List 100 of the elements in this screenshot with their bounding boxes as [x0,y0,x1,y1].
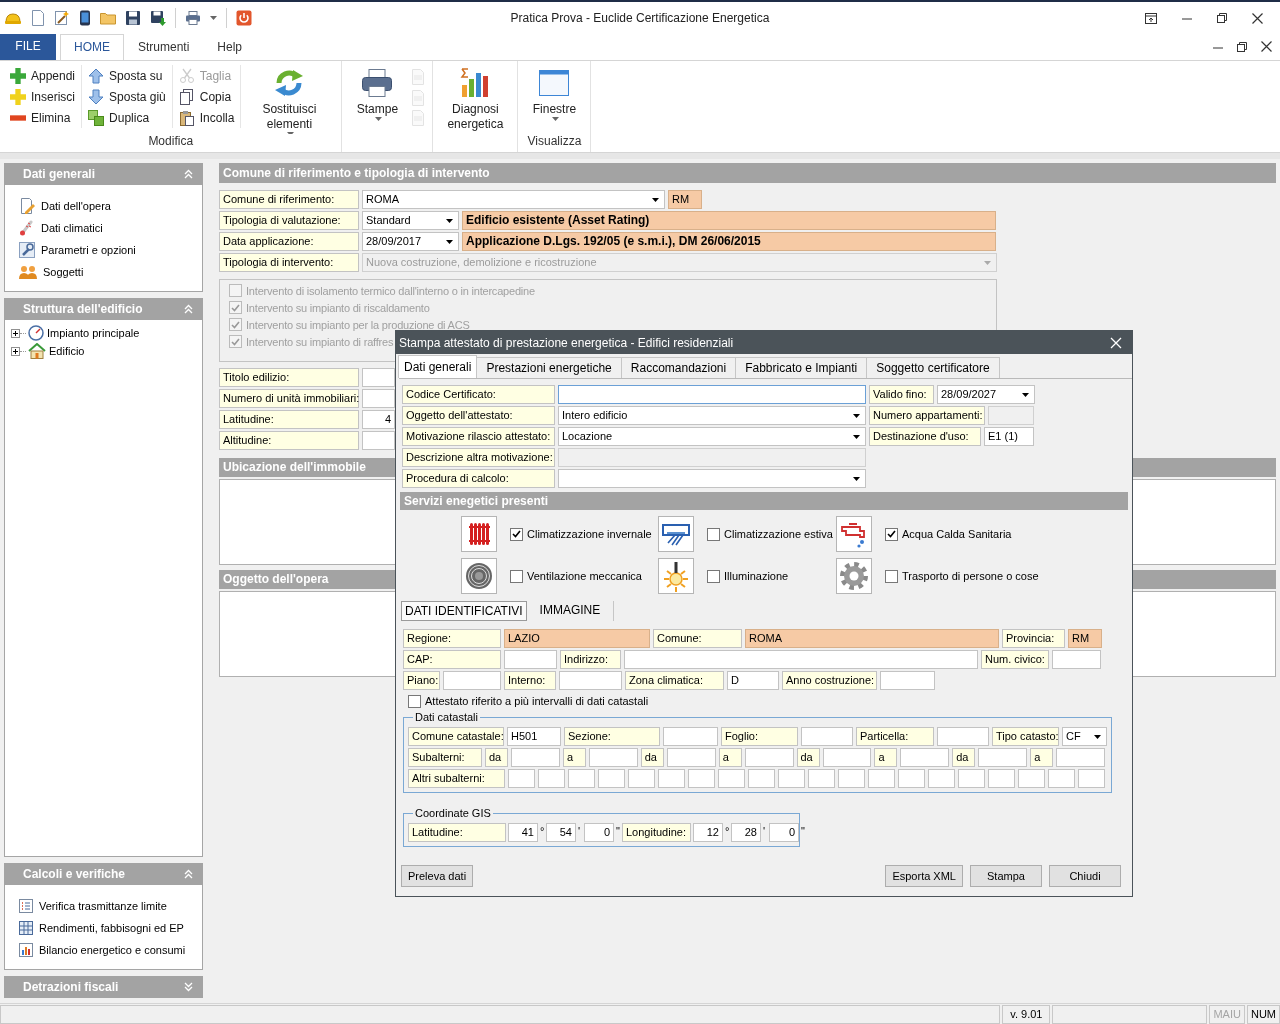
phone-icon[interactable] [79,10,91,26]
input-field[interactable] [838,769,865,788]
ribbon-button[interactable]: Duplica [88,107,166,129]
ribbon-tab[interactable]: Strumenti [124,34,204,60]
ribbon-button[interactable]: Copia [178,86,235,108]
gear-icon[interactable] [836,558,872,594]
input-field[interactable] [559,671,622,690]
input-field[interactable] [1052,650,1101,669]
nav-item[interactable]: Verifica trasmittanze limite [19,895,202,917]
caret-icon[interactable] [210,16,217,20]
input-field[interactable] [868,769,895,788]
input-field[interactable] [508,769,535,788]
nav-item[interactable]: Parametri e opzioni [19,239,202,261]
dropdown[interactable]: Locazione [558,427,866,446]
input-field[interactable] [658,769,685,788]
dropdown[interactable]: 28/09/2027 [937,385,1035,404]
tab[interactable]: IMMAGINE [526,601,615,621]
tab[interactable]: Fabbricato e Impianti [735,357,868,378]
dropdown[interactable]: Standard [362,211,459,230]
tab[interactable]: DATI IDENTIFICATIVI [401,601,527,621]
air-conditioner-icon[interactable] [658,516,694,552]
input-field[interactable] [928,769,955,788]
fan-icon[interactable] [461,558,497,594]
button[interactable]: Stampa [970,865,1042,887]
input-field[interactable] [978,748,1028,767]
ribbon-button[interactable]: Sposta su [88,65,166,87]
input-field[interactable]: D [727,671,779,690]
input-field[interactable] [628,769,655,788]
input-field[interactable] [880,671,935,690]
tab[interactable]: Soggetto certificatore [866,357,1000,378]
ribbon-tab[interactable]: Help [203,34,257,60]
input-field[interactable] [937,727,989,746]
input-field[interactable] [558,385,866,404]
input-field[interactable] [538,769,565,788]
checkbox[interactable] [510,527,523,541]
ribbon-button[interactable]: Sostituisci elementi [247,65,332,135]
input-field[interactable]: 28 [731,823,761,842]
nav-item[interactable]: Soggetti [19,261,202,283]
input-field[interactable] [362,431,395,450]
nav-item[interactable]: Dati climatici [19,217,202,239]
input-field[interactable]: 0 [584,823,614,842]
expand-box-icon[interactable] [11,328,20,338]
input-field[interactable]: E1 (1) [984,427,1034,446]
printer-icon[interactable] [185,10,201,26]
input-field[interactable] [504,650,557,669]
checkbox[interactable] [408,694,421,708]
input-field[interactable]: 0 [769,823,799,842]
checkbox[interactable] [707,569,720,583]
input-field[interactable] [688,769,715,788]
input-field[interactable]: H501 [507,727,561,746]
input-field[interactable] [718,769,745,788]
nav-item[interactable]: Dati dell'opera [19,195,202,217]
ribbon-button[interactable]: Finestre [528,65,581,135]
input-field[interactable] [744,748,794,767]
close-icon[interactable] [1252,12,1263,24]
dropdown[interactable] [558,469,866,488]
tab[interactable]: Prestazioni energetiche [476,357,622,378]
light-bulb-icon[interactable] [658,558,694,594]
input-field[interactable] [898,769,925,788]
checkbox[interactable] [510,569,523,583]
ribbon-button[interactable]: Elimina [10,107,76,129]
close-icon[interactable] [1261,41,1272,52]
checkbox[interactable] [707,527,720,541]
input-field[interactable] [1056,748,1105,767]
dropdown[interactable]: ROMA [362,190,665,209]
nav-item[interactable]: Bilancio energetico e consumi [19,939,202,961]
hardhat-icon[interactable] [4,10,22,26]
input-field[interactable]: 41 [508,823,538,842]
input-field[interactable] [588,748,638,767]
button[interactable]: Esporta XML [885,865,963,887]
expand-box-icon[interactable] [11,346,20,356]
input-field[interactable] [443,671,501,690]
magic-wand-icon[interactable] [54,10,70,26]
folder-icon[interactable] [100,11,116,25]
input-field[interactable] [958,769,985,788]
ribbon-button[interactable]: Diagnosi energetica [443,65,508,135]
input-field[interactable] [624,650,978,669]
ribbon-tab[interactable]: HOME [60,34,124,60]
input-field[interactable] [808,769,835,788]
input-field[interactable] [666,748,716,767]
input-field[interactable] [900,748,950,767]
tree-item[interactable]: Edificio [28,343,85,359]
input-field[interactable]: 54 [546,823,576,842]
input-field[interactable] [748,769,775,788]
ribbon-button[interactable]: Appendi [10,65,76,87]
input-field[interactable] [822,748,872,767]
restore-icon[interactable] [1217,13,1227,23]
input-field[interactable] [568,769,595,788]
ribbon-button[interactable]: Incolla [178,107,235,129]
input-field[interactable] [511,748,560,767]
input-field[interactable]: 4 [362,410,395,429]
window-arrow-icon[interactable] [1145,12,1157,24]
ribbon-button[interactable]: Inserisci [10,86,76,108]
input-field[interactable]: 12 [693,823,723,842]
ribbon-button[interactable]: Sposta giù [88,86,166,108]
file-menu-button[interactable]: FILE [0,34,56,60]
input-field[interactable] [778,769,805,788]
dropdown[interactable]: CF [1062,727,1107,746]
input-field[interactable] [663,727,718,746]
tab[interactable]: Dati generali [398,355,478,378]
